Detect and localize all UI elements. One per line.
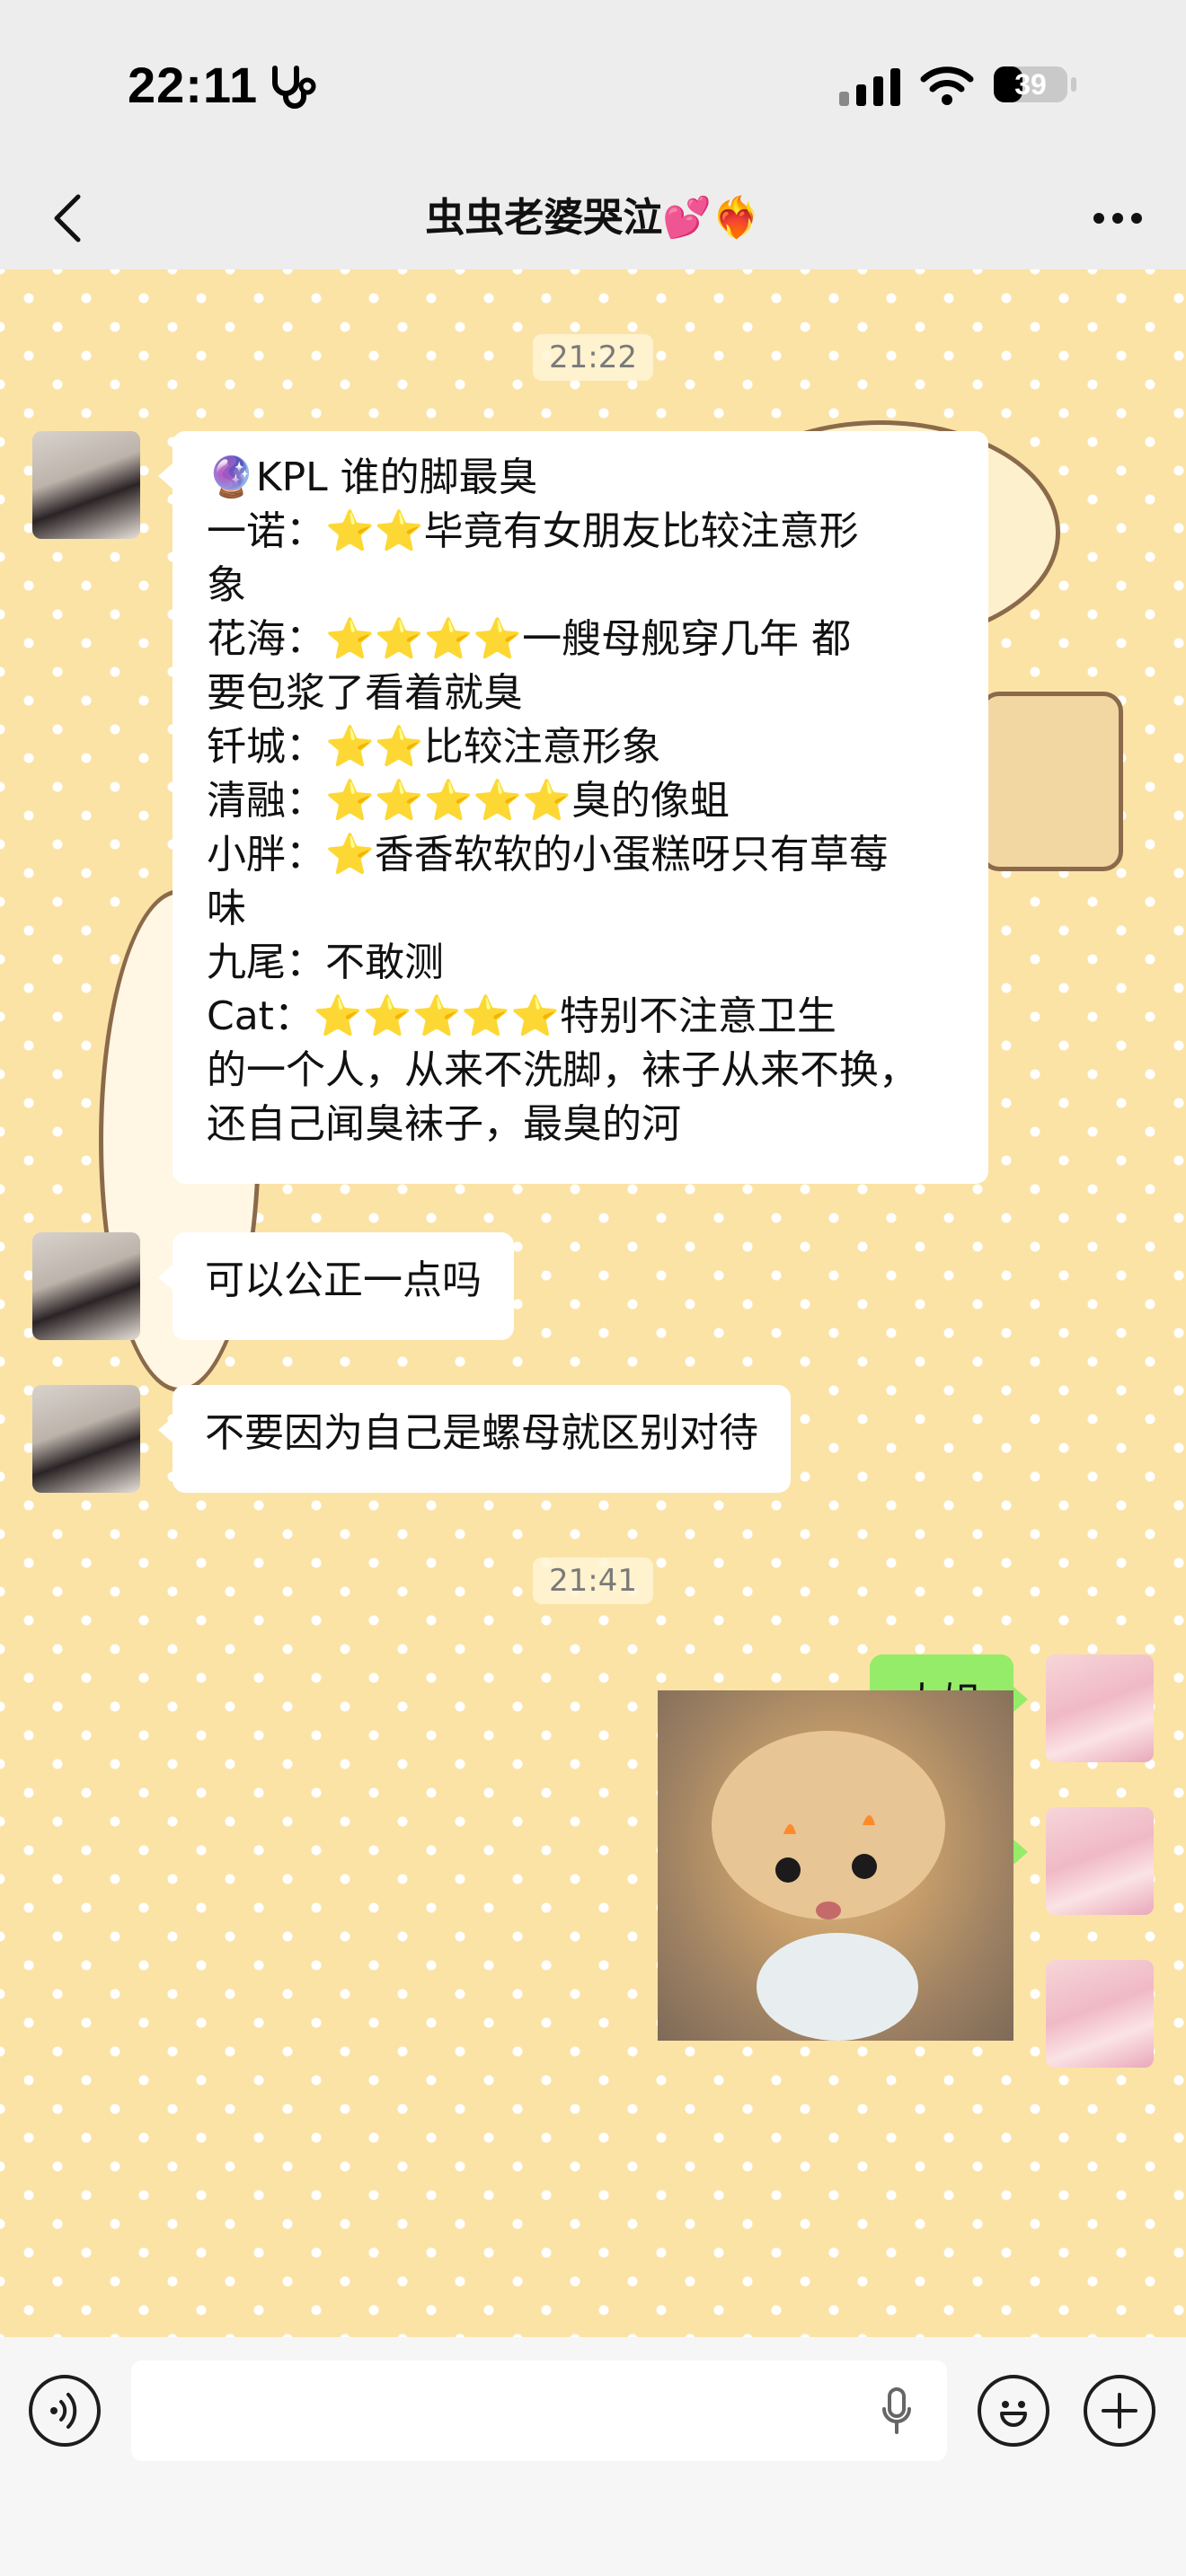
message-line: 🔮KPL 谁的脚最臭	[207, 454, 538, 500]
message-line: 一诺：⭐⭐毕竟有女朋友比较注意形	[207, 508, 859, 554]
input-bar	[0, 2337, 1186, 2576]
message-line: 花海：⭐⭐⭐⭐一艘母舰穿几年 都	[207, 616, 852, 662]
voice-icon	[50, 2393, 77, 2429]
more-options-button[interactable]	[1082, 187, 1154, 250]
message-line: 九尾：不敢测	[207, 940, 444, 985]
message-text: 不要因为自己是螺母就区别对待	[205, 1410, 758, 1456]
message-line: 钎城：⭐⭐比较注意形象	[207, 724, 661, 770]
own-avatar[interactable]	[1046, 1807, 1154, 1915]
battery-percentage: 39	[1014, 68, 1047, 101]
message-line: 味	[207, 886, 246, 931]
timestamp: 21:41	[533, 1557, 653, 1604]
more-actions-button[interactable]	[1084, 2375, 1155, 2447]
own-avatar[interactable]	[1046, 1960, 1154, 2068]
microphone-icon[interactable]	[881, 2387, 913, 2439]
status-bar: 22:11 39	[0, 0, 1186, 171]
message-bubble-incoming[interactable]: 🔮KPL 谁的脚最臭 一诺：⭐⭐毕竟有女朋友比较注意形 象 花海：⭐⭐⭐⭐一艘母…	[158, 431, 988, 1184]
message-input[interactable]	[131, 2360, 947, 2461]
sticker-image[interactable]	[658, 1690, 1013, 2041]
status-time: 22:11	[128, 57, 259, 113]
chat-header: 虫虫老婆哭泣💕❤️‍🔥	[0, 171, 1186, 269]
timestamp: 21:22	[533, 334, 653, 381]
message-line: 清融：⭐⭐⭐⭐⭐臭的像蛆	[207, 778, 730, 824]
own-avatar[interactable]	[1046, 1654, 1154, 1762]
emoji-button[interactable]	[978, 2375, 1049, 2447]
message-text: 可以公正一点吗	[205, 1257, 482, 1303]
message-bubble-incoming[interactable]: 不要因为自己是螺母就区别对待	[158, 1385, 791, 1493]
cellular-signal-icon	[839, 66, 902, 110]
message-line: 的一个人，从来不洗脚，袜子从来不换，	[207, 1047, 918, 1093]
message-line: 象	[207, 562, 246, 608]
contact-avatar[interactable]	[32, 1232, 140, 1340]
message-line: Cat：⭐⭐⭐⭐⭐特别不注意卫生	[207, 993, 836, 1039]
message-line: 要包浆了看着就臭	[207, 670, 523, 716]
wallpaper-decoration	[979, 692, 1123, 871]
chat-area[interactable]: 21:22 🔮KPL 谁的脚最臭 一诺：⭐⭐毕竟有女朋友比较注意形 象 花海：⭐…	[0, 269, 1186, 2337]
voice-mode-button[interactable]	[29, 2375, 101, 2447]
contact-avatar[interactable]	[32, 431, 140, 539]
smiley-icon	[1000, 2401, 1027, 2427]
ellipsis-icon	[1093, 213, 1142, 224]
message-bubble-incoming[interactable]: 可以公正一点吗	[158, 1232, 514, 1340]
contact-avatar[interactable]	[32, 1385, 140, 1493]
battery-icon: 39	[992, 65, 1078, 108]
plus-icon	[1102, 2393, 1137, 2429]
message-line: 还自己闻臭袜子，最臭的河	[207, 1101, 681, 1147]
message-line: 小胖：⭐香香软软的小蛋糕呀只有草莓	[207, 832, 889, 878]
stethoscope-icon	[268, 63, 322, 113]
chat-title: 虫虫老婆哭泣💕❤️‍🔥	[425, 195, 761, 241]
wifi-icon	[920, 63, 974, 110]
